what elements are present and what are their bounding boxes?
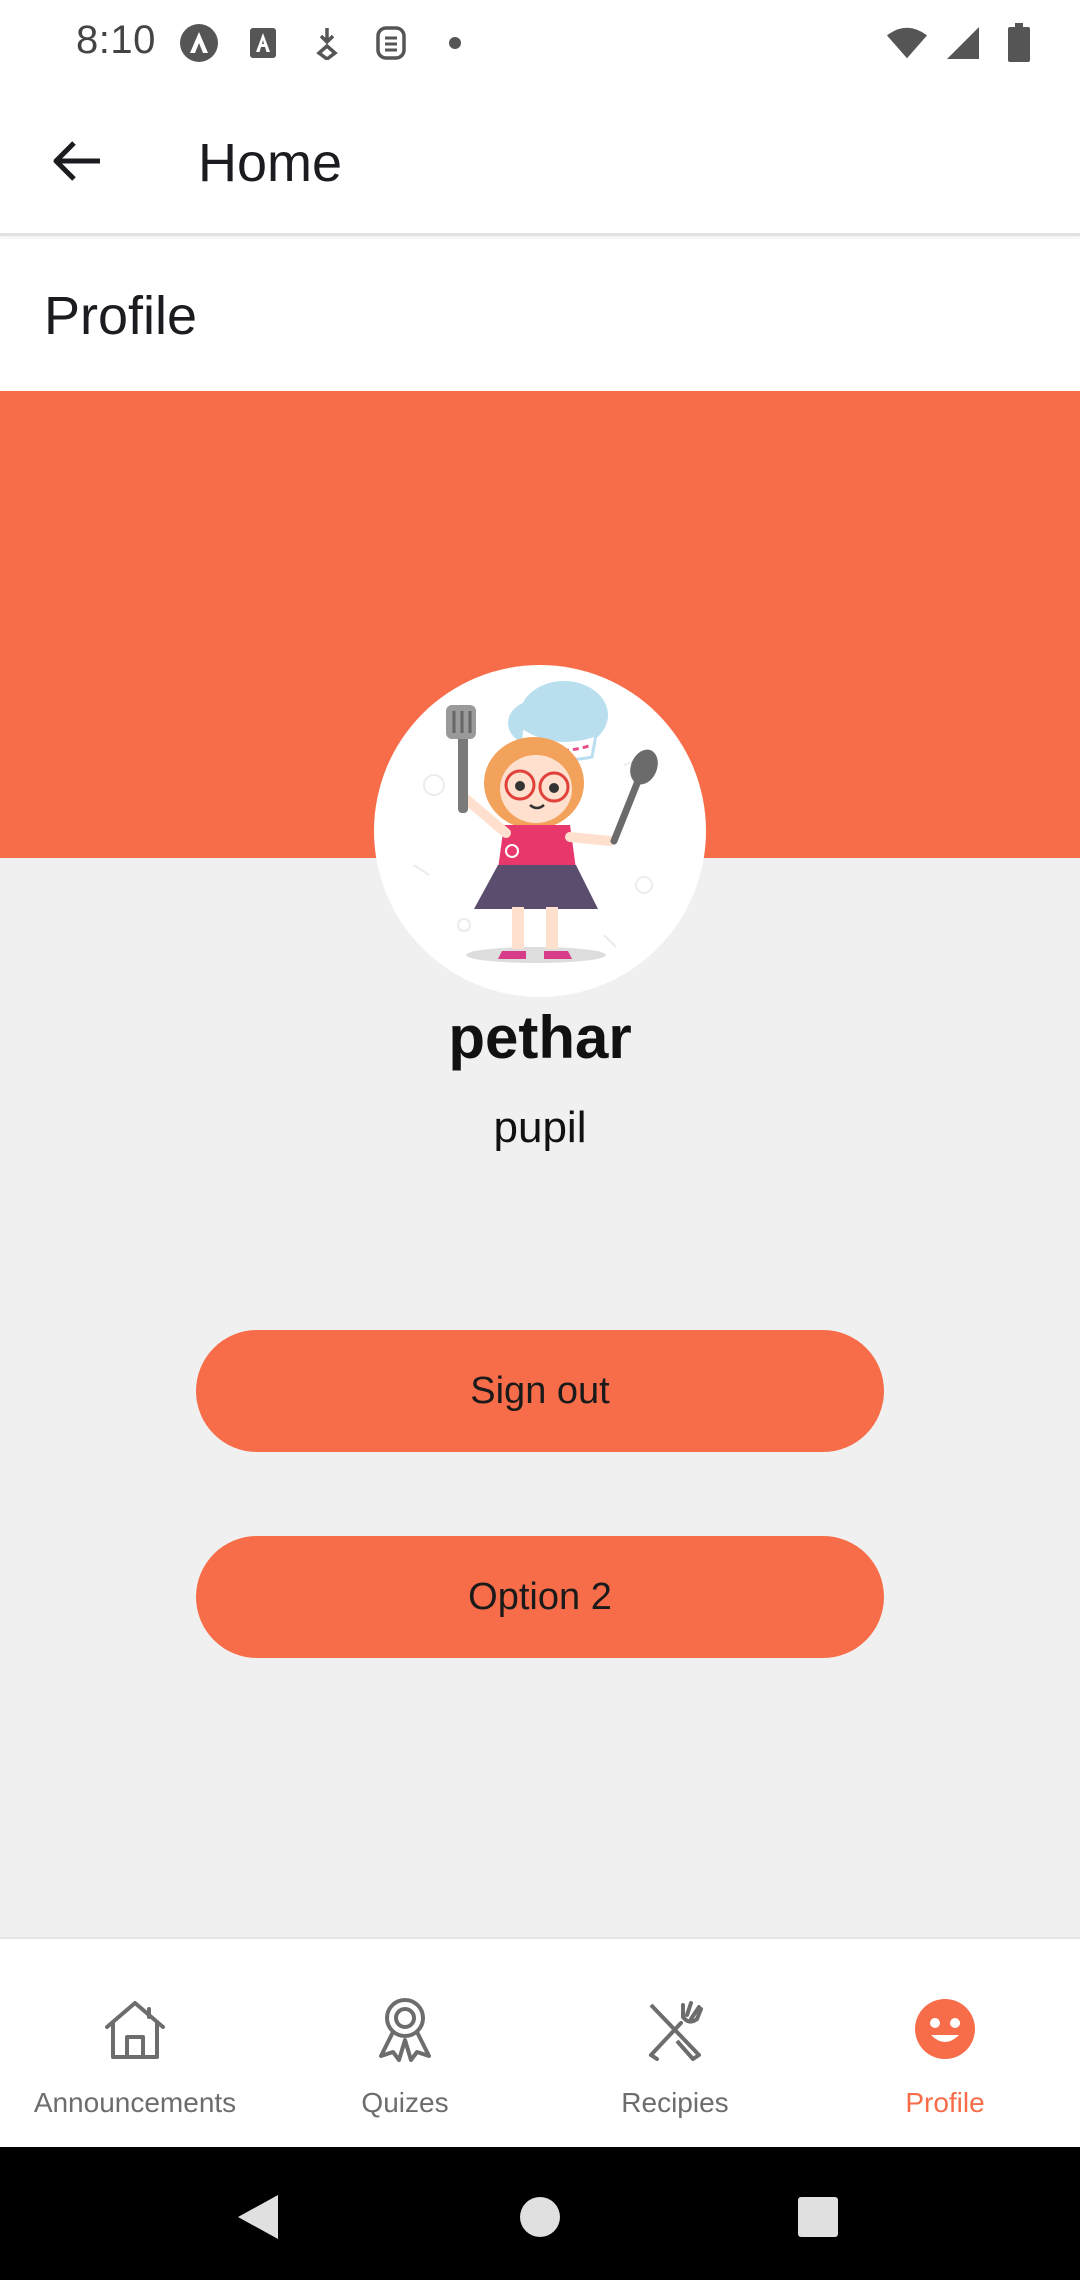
download-icon: [306, 22, 348, 64]
app-bar: Home: [0, 86, 1080, 236]
nav-label-profile: Profile: [905, 2087, 985, 2118]
award-ribbon-icon: [369, 1993, 441, 2065]
arrow-left-icon: [52, 139, 102, 188]
home-circle-icon[interactable]: [510, 2187, 570, 2247]
profile-username: pethar: [448, 1004, 632, 1071]
option-2-button[interactable]: Option 2: [196, 1536, 884, 1658]
notification-icons: [178, 22, 476, 64]
section-header: Profile: [0, 239, 1080, 391]
back-triangle-icon[interactable]: [228, 2187, 288, 2247]
status-time: 8:10: [76, 18, 156, 62]
profile-role: pupil: [493, 1103, 587, 1152]
smile-face-icon: [909, 1993, 981, 2065]
battery-icon: [998, 22, 1040, 64]
avatar: [374, 665, 706, 997]
back-button[interactable]: [40, 126, 114, 200]
system-navigation-bar: [0, 2147, 1080, 2280]
home-icon: [99, 1993, 171, 2065]
nav-label-quizes: Quizes: [361, 2087, 449, 2118]
page-title: Profile: [44, 286, 198, 346]
bottom-navigation: Announcements Quizes Recipies Profile: [0, 1937, 1080, 2147]
recents-square-icon[interactable]: [788, 2187, 848, 2247]
nav-label-recipies: Recipies: [621, 2087, 729, 2118]
nav-item-recipies[interactable]: Recipies: [540, 1939, 810, 2147]
dot-icon: [434, 22, 476, 64]
signal-icon: [942, 22, 984, 64]
android-auto-icon: [178, 22, 220, 64]
app-bar-title: Home: [198, 133, 343, 193]
system-status-icons: [886, 22, 1040, 64]
wifi-icon: [886, 22, 928, 64]
sign-out-button[interactable]: Sign out: [196, 1330, 884, 1452]
nav-label-announcements: Announcements: [33, 2087, 237, 2118]
sim-icon: [370, 22, 412, 64]
nav-item-profile[interactable]: Profile: [810, 1939, 1080, 2147]
nav-item-announcements[interactable]: Announcements: [0, 1939, 270, 2147]
utensils-icon: [639, 1993, 711, 2065]
text-a-icon: [242, 22, 284, 64]
nav-item-quizes[interactable]: Quizes: [270, 1939, 540, 2147]
status-bar: 8:10: [0, 0, 1080, 86]
profile-content: pethar pupil Sign out Option 2: [0, 391, 1080, 1937]
